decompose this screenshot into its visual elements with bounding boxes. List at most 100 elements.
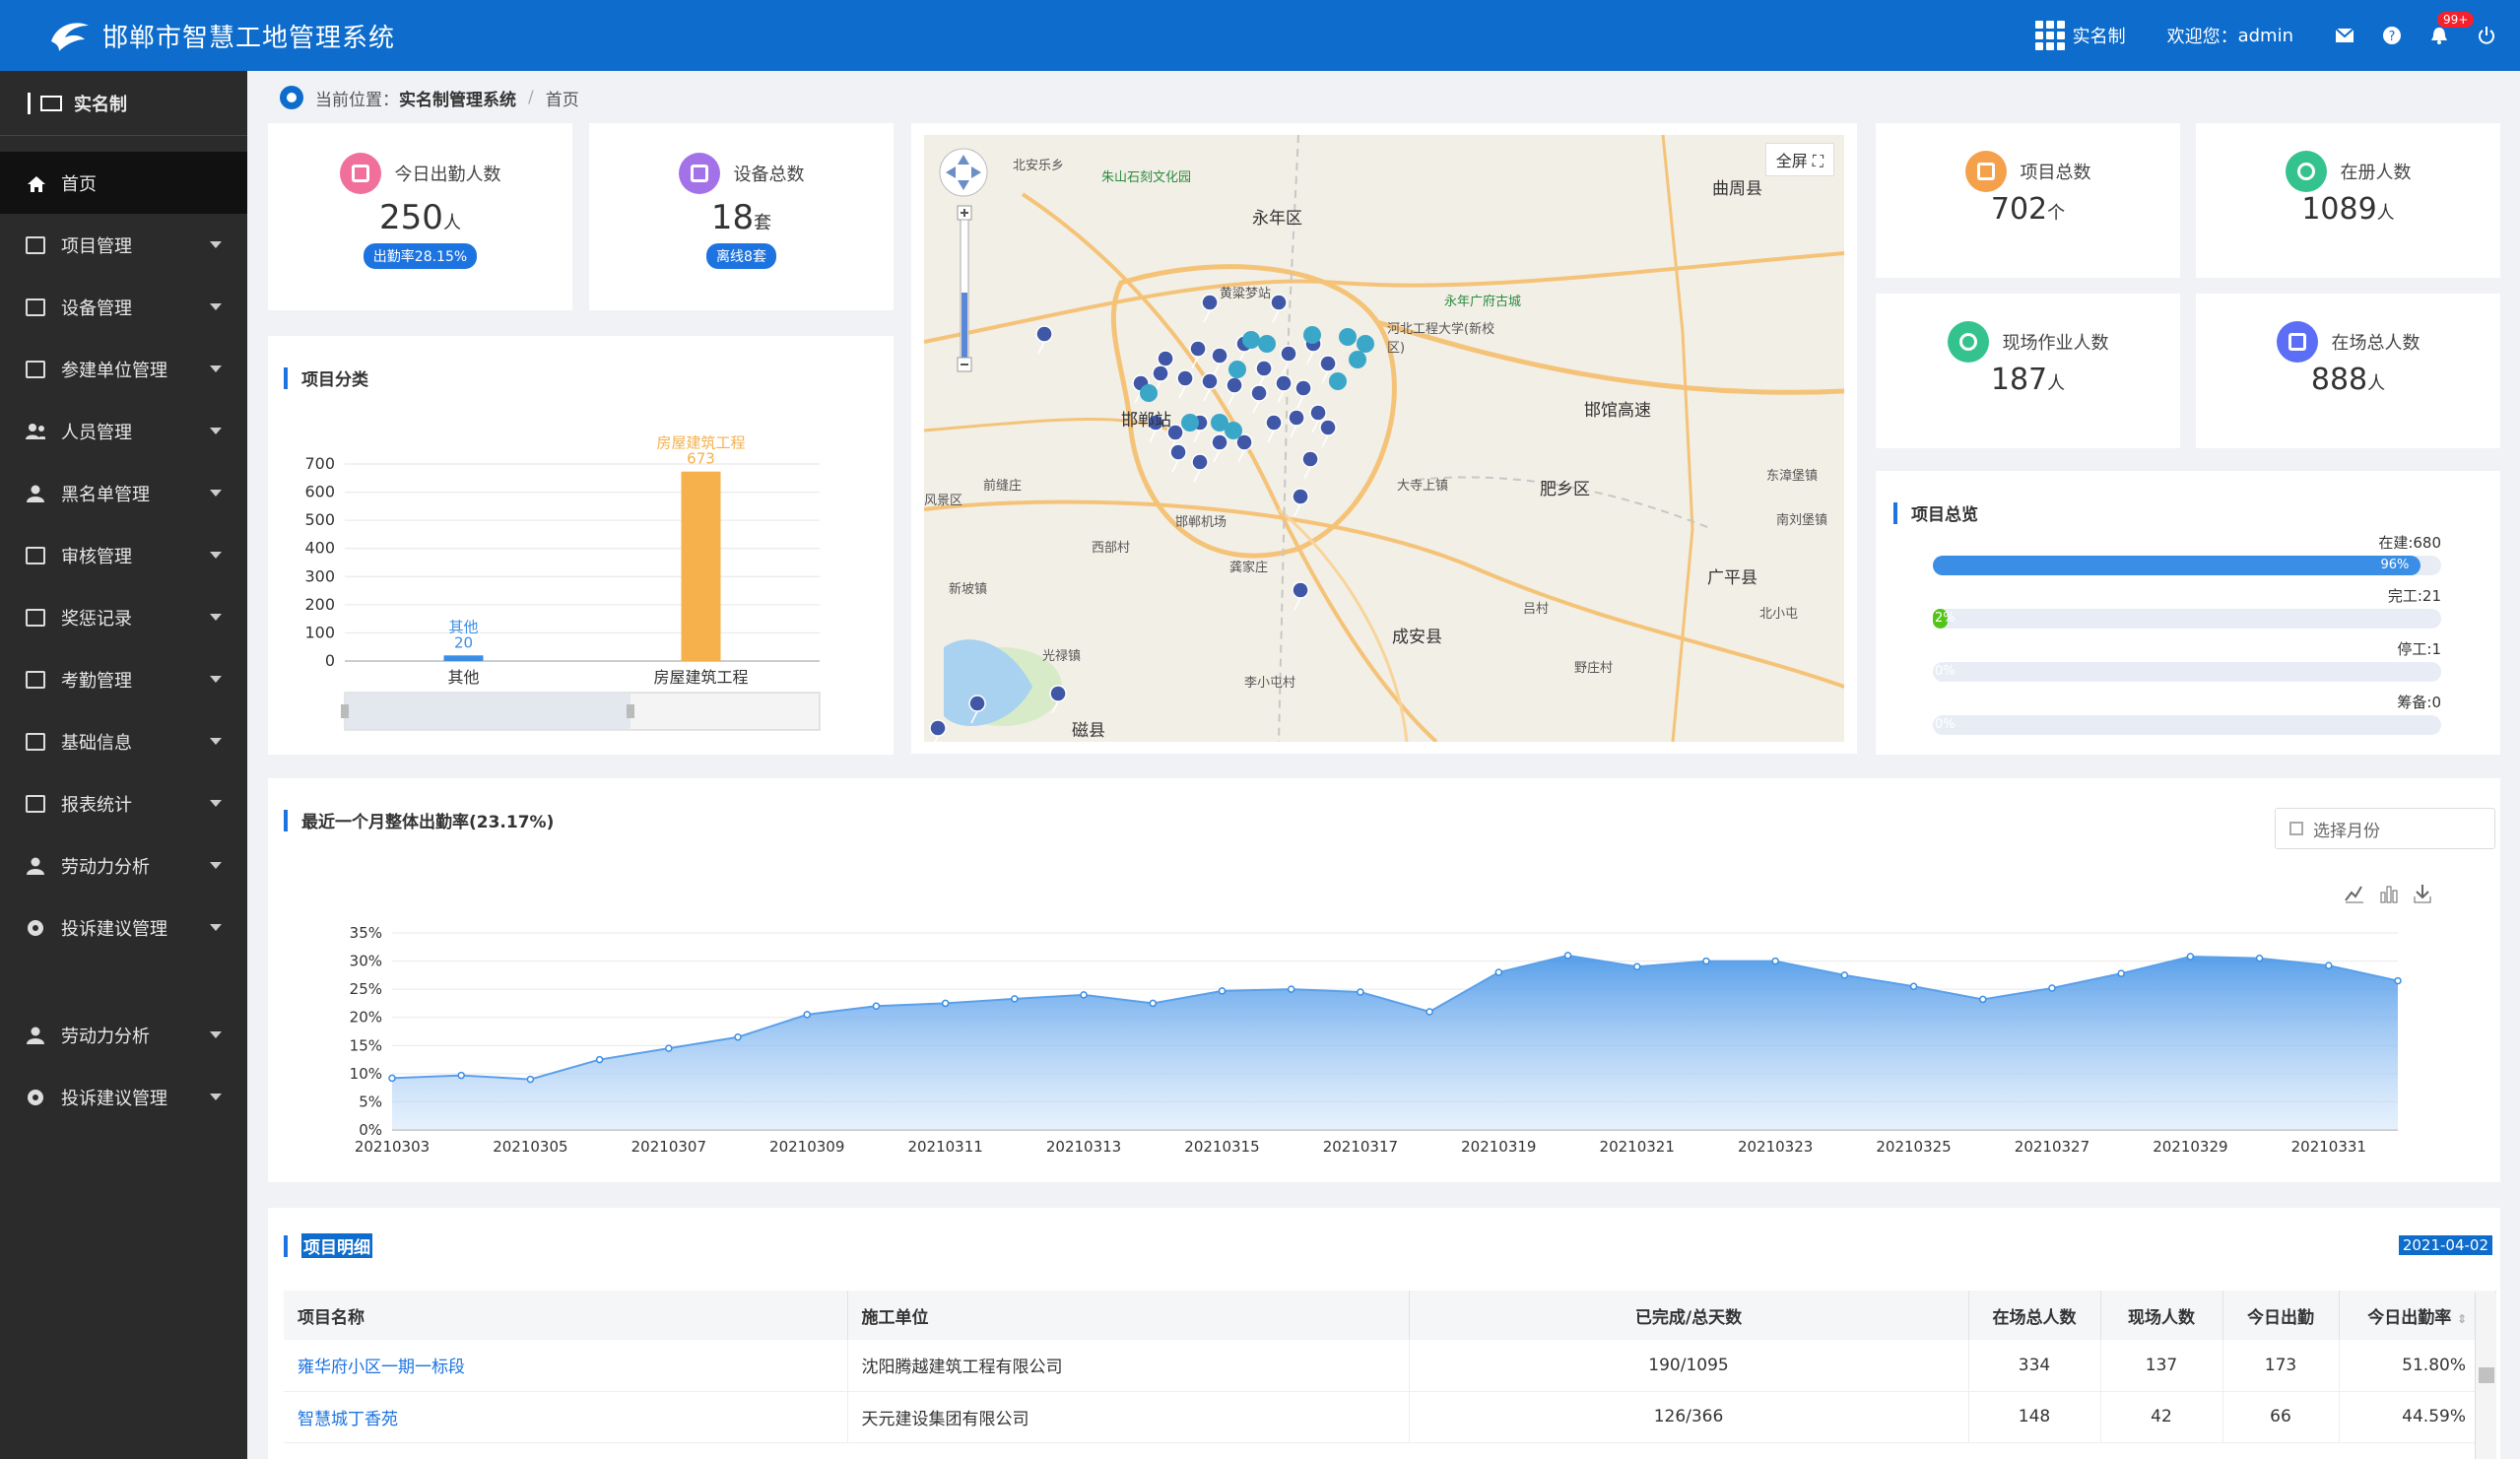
sort-icon[interactable]: ⇕ [2457, 1312, 2467, 1326]
col-onsite-total[interactable]: 在场总人数 [1968, 1291, 2101, 1340]
col-today-attendance[interactable]: 今日出勤 [2222, 1291, 2340, 1340]
month-picker[interactable]: 选择月份 [2275, 808, 2495, 849]
data-point [1840, 971, 1849, 979]
sidebar-item-basic-info[interactable]: 基础信息 [0, 710, 247, 772]
data-point [457, 1071, 465, 1080]
sidebar-item-audit[interactable]: 审核管理 [0, 524, 247, 586]
document-icon [1964, 151, 2007, 192]
map-label: 新坡镇 [949, 582, 988, 597]
calendar-icon [339, 153, 381, 194]
table-row: 雍华府小区一期一标段 沈阳腾越建筑工程有限公司 190/1095 334 137… [284, 1340, 2496, 1392]
map-label: 北安乐乡 [1013, 159, 1065, 173]
x-tick-label: 20210307 [631, 1138, 706, 1156]
notify-badge: 99+ [2437, 12, 2475, 28]
x-tick-label: 20210325 [1876, 1138, 1951, 1156]
map-label: 风景区 [924, 494, 963, 508]
sidebar-item-attendance[interactable]: 考勤管理 [0, 648, 247, 710]
col-onsite-now[interactable]: 现场人数 [2100, 1291, 2223, 1340]
data-zoom-selection [345, 693, 630, 730]
welcome-label: 欢迎您： [2166, 27, 2238, 47]
sidebar-item-reports[interactable]: 报表统计 [0, 772, 247, 834]
progress-bar: 0% [1933, 715, 2441, 735]
chevron-down-icon [210, 428, 222, 434]
project-map[interactable]: 北安乐乡 朱山石刻文化园 永年区 黄粱梦站 永年广府古城 河北工程大学(新校区)… [924, 135, 1844, 742]
logo[interactable]: 邯郸市智慧工地管理系统 [47, 16, 395, 55]
username[interactable]: admin [2238, 26, 2293, 46]
table-cell: 190/1095 [1409, 1340, 1969, 1392]
sidebar-item-complaints-2[interactable]: 投诉建议管理 [0, 1066, 247, 1128]
id-card-icon [40, 95, 62, 111]
location-icon [280, 86, 303, 109]
table-cell: 148 [1968, 1391, 2101, 1443]
mail-icon[interactable] [2335, 28, 2354, 43]
sidebar-item-home[interactable]: 首页 [0, 152, 247, 214]
project-link[interactable]: 雍华府小区一期一标段 [298, 1358, 465, 1377]
overview-progress-item: 筹备:0 0% [1933, 692, 2441, 735]
svg-text:?: ? [2389, 30, 2396, 44]
map-label: 朱山石刻文化园 [1101, 170, 1192, 185]
map-label: 大寺上镇 [1397, 479, 1449, 494]
col-contractor[interactable]: 施工单位 [847, 1291, 1410, 1340]
y-tick-label: 0% [359, 1121, 382, 1139]
sidebar-item-rewards[interactable]: 奖惩记录 [0, 586, 247, 648]
map-label: 磁县 [1072, 721, 1105, 741]
attendance-icon [26, 670, 45, 689]
sidebar-item-people[interactable]: 人员管理 [0, 400, 247, 462]
breadcrumb-system[interactable]: 实名制管理系统 [399, 86, 516, 110]
x-tick-label: 20210319 [1461, 1138, 1536, 1156]
bell-icon[interactable]: 99+ [2429, 12, 2475, 45]
attendance-trend-chart: 0% 5% 10% 15% 20% 25% 30% 35% 20210303 20210305 20… [350, 924, 2402, 1156]
sidebar-section-header: 实名制 [0, 71, 247, 136]
data-point [1218, 987, 1227, 995]
sidebar-item-blacklist[interactable]: 黑名单管理 [0, 462, 247, 524]
map-label: 东漳堡镇 [1766, 469, 1819, 484]
app-switch-button[interactable]: 实名制 [2034, 21, 2126, 50]
progress-percent: 96% [2380, 558, 2410, 572]
bar [443, 655, 484, 661]
sidebar-item-labor-2[interactable]: 劳动力分析 [0, 1004, 247, 1066]
project-link[interactable]: 智慧城丁香苑 [298, 1410, 398, 1429]
projects-card: 项目总数 702个 [1876, 123, 2180, 278]
sidebar-item-units[interactable]: 参建单位管理 [0, 338, 247, 400]
data-point [1080, 991, 1088, 999]
col-progress-days[interactable]: 已完成/总天数 [1409, 1291, 1969, 1340]
top-header: 邯郸市智慧工地管理系统 实名制 欢迎您： admin ? 99+ [0, 0, 2520, 71]
sidebar-item-label: 项目管理 [61, 235, 132, 257]
progress-label: 完工:21 [2387, 587, 2441, 605]
progress-label: 筹备:0 [2397, 694, 2441, 711]
y-tick-label: 700 [304, 454, 335, 473]
sidebar-item-project[interactable]: 项目管理 [0, 214, 247, 276]
sidebar-item-label: 黑名单管理 [61, 484, 150, 505]
table-scrollbar[interactable] [2475, 1293, 2496, 1459]
table-cell: 天元建设集团有限公司 [847, 1391, 1410, 1443]
scrollbar-thumb[interactable] [2479, 1367, 2494, 1383]
data-point [595, 1055, 604, 1064]
col-project-name[interactable]: 项目名称 [284, 1291, 848, 1340]
sidebar-item-complaints[interactable]: 投诉建议管理 [0, 896, 247, 959]
col-today-rate[interactable]: 今日出勤率 ⇕ [2339, 1291, 2496, 1340]
y-tick-label: 35% [350, 924, 382, 942]
help-icon[interactable]: ? [2382, 26, 2402, 45]
map-label: 黄粱梦站 [1220, 287, 1272, 301]
power-icon[interactable] [2477, 26, 2496, 45]
y-tick-label: 300 [304, 566, 335, 585]
sidebar-item-labor[interactable]: 劳动力分析 [0, 834, 247, 896]
data-point [2048, 984, 2056, 992]
sidebar-item-device[interactable]: 设备管理 [0, 276, 247, 338]
map-label: 肥乡区 [1540, 480, 1590, 499]
fullscreen-button[interactable]: 全屏 ⛶ [1764, 143, 1834, 176]
stat-value: 187人 [1990, 363, 2066, 397]
app-title: 邯郸市智慧工地管理系统 [102, 23, 396, 53]
stat-label: 项目总数 [2020, 163, 2091, 183]
onsite-total-card: 在场总人数 888人 [2196, 294, 2500, 448]
map-label: 南刘堡镇 [1776, 513, 1828, 528]
chevron-down-icon [210, 365, 222, 372]
sidebar-item-label: 劳动力分析 [61, 1026, 150, 1047]
attendance-card: 今日出勤人数 250人 出勤率28.15% [268, 123, 572, 310]
table-cell: 51.80% [2339, 1340, 2496, 1392]
stat-value: 888人 [2310, 363, 2386, 397]
x-tick-label: 20210305 [493, 1138, 567, 1156]
y-tick-label: 15% [350, 1036, 382, 1054]
map-label: 曲周县 [1712, 179, 1762, 199]
data-point [2255, 954, 2264, 962]
